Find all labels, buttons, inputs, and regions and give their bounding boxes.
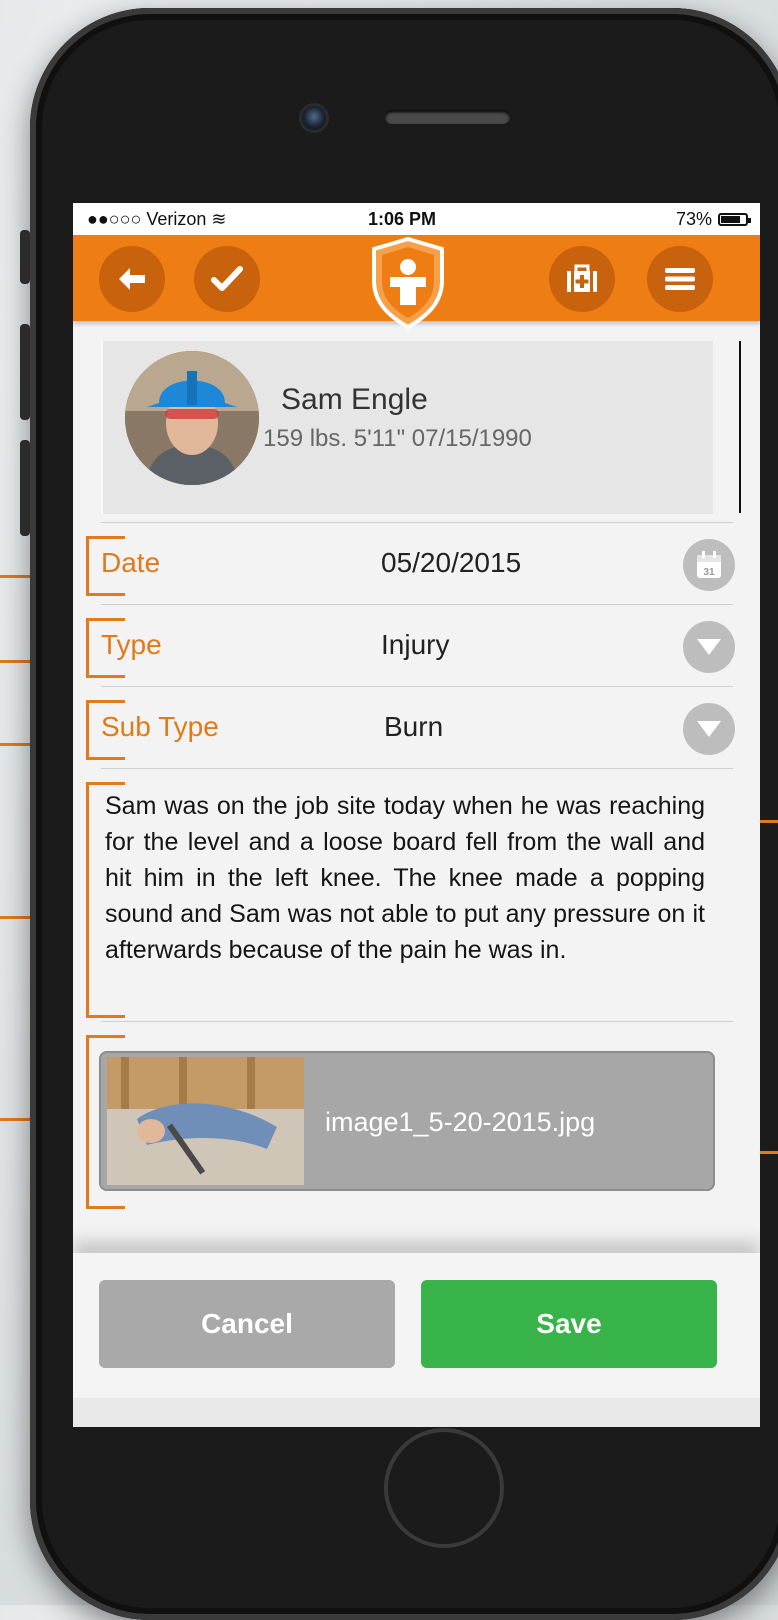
type-row[interactable]: Type Injury (101, 604, 735, 687)
battery-indicator: 73% (675, 209, 751, 230)
profile-divider (739, 341, 741, 513)
bracket-type (86, 618, 125, 678)
first-aid-button[interactable] (549, 246, 615, 312)
patient-stats: 159 lbs. 5'11" 07/15/1990 (263, 425, 532, 452)
avatar (125, 351, 259, 485)
bracket-subtype (86, 700, 125, 760)
type-dropdown-icon[interactable] (683, 621, 735, 673)
hamburger-menu-icon (665, 268, 695, 290)
date-row[interactable]: Date 05/20/2015 31 (101, 522, 735, 605)
phone-mute-switch (20, 230, 30, 284)
subtype-dropdown-icon[interactable] (683, 703, 735, 755)
bottom-strip (73, 1398, 760, 1427)
date-value[interactable]: 05/20/2015 (381, 547, 521, 579)
arrow-left-icon (119, 268, 145, 290)
earpiece-speaker (385, 110, 510, 124)
attachment-filename: image1_5-20-2015.jpg (325, 1107, 596, 1137)
patient-name: Sam Engle (281, 383, 428, 416)
incident-description[interactable]: Sam was on the job site today when he wa… (105, 788, 705, 968)
shield-person-logo (372, 237, 444, 329)
type-value[interactable]: Injury (381, 629, 449, 661)
front-camera (302, 106, 326, 130)
app-header (73, 235, 760, 329)
clock: 1:06 PM (368, 209, 437, 229)
confirm-button[interactable] (194, 246, 260, 312)
save-button[interactable]: Save (421, 1280, 717, 1368)
battery-fill (721, 216, 740, 223)
bracket-date (86, 536, 125, 596)
home-button[interactable] (384, 1428, 504, 1548)
profile-card: Sam Engle 159 lbs. 5'11" 07/15/1990 (101, 341, 741, 514)
cancel-button[interactable]: Cancel (99, 1280, 395, 1368)
bracket-description (86, 782, 125, 1018)
back-button[interactable] (99, 246, 165, 312)
calendar-icon[interactable]: 31 (683, 539, 735, 591)
phone-volume-up (20, 324, 30, 420)
phone-screen: ●●○○○ Verizon ≋ 1:06 PM 73% Sam Engle 15… (73, 203, 760, 1427)
battery-icon (718, 213, 751, 226)
bracket-attachment (86, 1035, 125, 1209)
description-divider (101, 768, 733, 770)
status-bar: ●●○○○ Verizon ≋ 1:06 PM 73% (73, 203, 760, 235)
attachment-divider (101, 1021, 733, 1023)
subtype-value[interactable]: Burn (384, 711, 443, 743)
calendar-day-text: 31 (703, 567, 715, 578)
battery-percent: 73% (675, 209, 712, 229)
menu-button[interactable] (647, 246, 713, 312)
action-bar: Cancel Save (73, 1253, 760, 1398)
checkmark-icon (211, 266, 243, 291)
carrier-label: ●●○○○ Verizon ≋ (87, 209, 227, 229)
phone-volume-down (20, 440, 30, 536)
worker-photo (125, 351, 259, 485)
attachment-thumbnail (107, 1057, 304, 1185)
first-aid-kit-icon (567, 264, 597, 292)
attachment-item[interactable]: image1_5-20-2015.jpg (99, 1051, 715, 1191)
subtype-row[interactable]: Sub Type Burn (101, 686, 735, 769)
